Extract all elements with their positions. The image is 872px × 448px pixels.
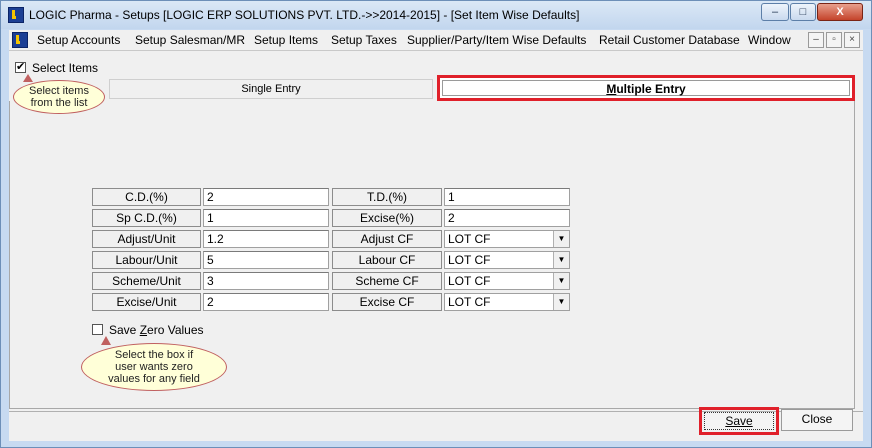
maximize-button[interactable]: □ [790,3,816,21]
save-zero-mnemonic: Z [139,323,148,337]
save-button-label: Save [725,414,753,428]
label-scheme-unit: Scheme/Unit [92,272,201,290]
menu-window[interactable]: Window [748,33,791,47]
save-zero-values-label: Save Zero Values [109,323,204,337]
close-window-button[interactable]: X [817,3,863,21]
callout-zero-line2: user wants zero [115,361,193,373]
title-bar: LOGIC Pharma - Setups [LOGIC ERP SOLUTIO… [1,1,871,29]
label-excise-cf: Excise CF [332,293,442,311]
tab-multiple-entry-label: ultiple Entry [616,82,686,96]
callout-zero-tail [101,336,111,345]
menu-setup-accounts[interactable]: Setup Accounts [37,33,120,47]
mdi-close-button[interactable]: × [844,32,860,48]
input-scheme-unit[interactable]: 3 [203,272,329,290]
document-logo-icon[interactable] [12,32,28,48]
menu-bar: Setup Accounts Setup Salesman/MR Setup I… [9,30,863,51]
input-adjust-unit[interactable]: 1.2 [203,230,329,248]
callout-zero-line1: Select the box if [114,349,194,361]
input-sp-cd[interactable]: 1 [203,209,329,227]
menu-setup-items[interactable]: Setup Items [254,33,318,47]
minimize-button[interactable]: – [761,3,789,21]
dropdown-arrow-icon[interactable]: ▼ [553,252,569,268]
label-labour-cf: Labour CF [332,251,442,269]
label-adjust-unit: Adjust/Unit [92,230,201,248]
label-td: T.D.(%) [332,188,442,206]
label-adjust-cf: Adjust CF [332,230,442,248]
tab-single-entry[interactable]: Single Entry [109,79,433,99]
app-logo-icon [8,7,24,23]
input-labour-unit[interactable]: 5 [203,251,329,269]
select-labour-cf[interactable]: LOT CF ▼ [444,251,570,269]
input-excise-unit[interactable]: 2 [203,293,329,311]
tab-multiple-entry-mnemonic: M [606,82,617,96]
input-td[interactable]: 1 [444,188,570,206]
label-scheme-cf: Scheme CF [332,272,442,290]
label-cd: C.D.(%) [92,188,201,206]
tab-multiple-entry[interactable]: Multiple Entry [442,80,850,96]
callout-zero-line3: values for any field [108,373,200,385]
label-excise-percent: Excise(%) [332,209,442,227]
menu-setup-taxes[interactable]: Setup Taxes [331,33,397,47]
input-cd[interactable]: 2 [203,188,329,206]
form-client-area: Select Items Select items from the list … [9,51,863,441]
select-labour-cf-value: LOT CF [448,253,491,267]
select-scheme-cf[interactable]: LOT CF ▼ [444,272,570,290]
select-items-label: Select Items [32,61,99,75]
select-excise-cf[interactable]: LOT CF ▼ [444,293,570,311]
dropdown-arrow-icon[interactable]: ▼ [553,231,569,247]
select-excise-cf-value: LOT CF [448,295,491,309]
save-zero-values-checkbox[interactable] [92,324,103,335]
dropdown-arrow-icon[interactable]: ▼ [553,273,569,289]
label-labour-unit: Labour/Unit [92,251,201,269]
mdi-restore-button[interactable]: ▫ [826,32,842,48]
select-items-checkbox[interactable] [15,60,26,73]
select-scheme-cf-value: LOT CF [448,274,491,288]
dropdown-arrow-icon[interactable]: ▼ [553,294,569,310]
callout-save-zero: Select the box if user wants zero values… [81,343,227,391]
tab-multiple-entry-highlight: Multiple Entry [437,75,855,101]
application-window: LOGIC Pharma - Setups [LOGIC ERP SOLUTIO… [0,0,872,448]
select-adjust-cf-value: LOT CF [448,232,491,246]
save-button[interactable]: Save [704,412,774,430]
select-adjust-cf[interactable]: LOT CF ▼ [444,230,570,248]
window-title: LOGIC Pharma - Setups [LOGIC ERP SOLUTIO… [29,8,580,22]
input-excise-percent[interactable]: 2 [444,209,570,227]
label-sp-cd: Sp C.D.(%) [92,209,201,227]
save-zero-label-rest: ero Values [147,323,204,337]
menu-retail-customer-database[interactable]: Retail Customer Database [599,33,740,47]
menu-supplier-party-item-defaults[interactable]: Supplier/Party/Item Wise Defaults [407,33,586,47]
callout-select-line1: Select items [29,85,89,97]
close-button[interactable]: Close [781,409,853,431]
label-excise-unit: Excise/Unit [92,293,201,311]
callout-select-tail [23,74,33,82]
mdi-minimize-button[interactable]: – [808,32,824,48]
menu-setup-salesman[interactable]: Setup Salesman/MR [135,33,245,47]
